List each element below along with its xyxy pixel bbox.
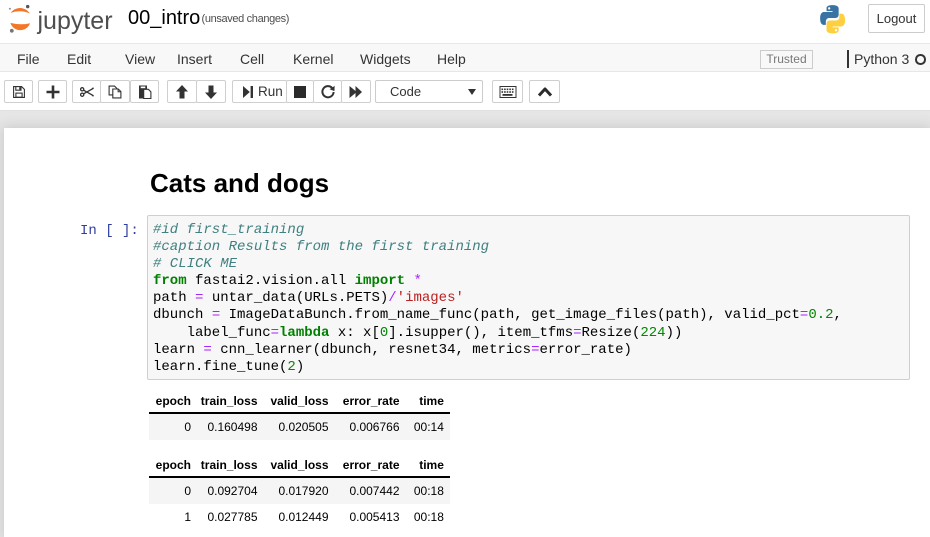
svg-text:jupyter: jupyter — [37, 7, 113, 35]
